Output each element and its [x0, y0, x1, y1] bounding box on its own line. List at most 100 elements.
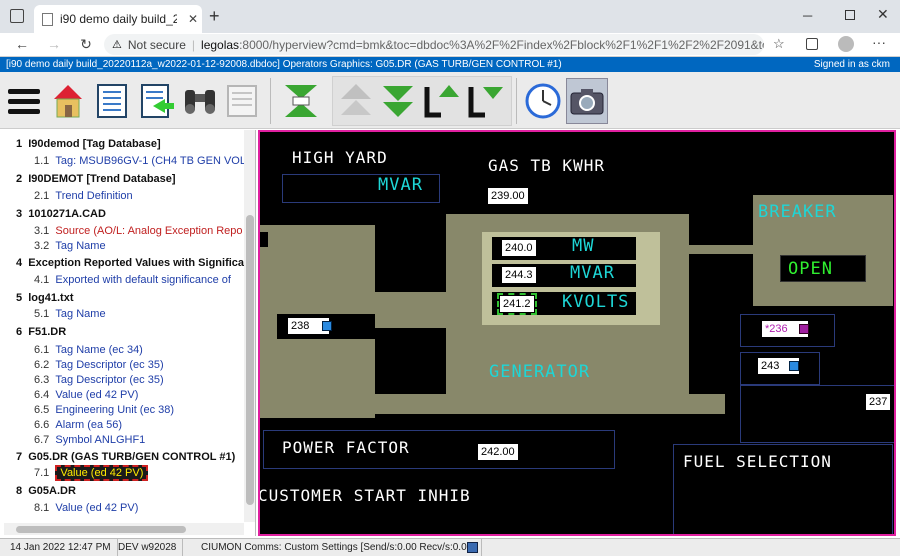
app-toolbar: [0, 72, 900, 129]
maximize-icon[interactable]: [845, 10, 855, 20]
document-title: [i90 demo daily build_20220112a_w2022-01…: [6, 59, 562, 70]
status-bar: 14 Jan 2022 12:47 PM DEV w92028 CIUMON C…: [0, 538, 900, 556]
tree-item-6-6[interactable]: 6.6 Alarm (ea 56): [34, 417, 122, 433]
left-status-square: [322, 321, 332, 331]
kvolts-value[interactable]: 241.2: [497, 293, 537, 315]
profile-avatar[interactable]: [838, 36, 854, 52]
shaft: [375, 292, 447, 328]
bus-connector: [689, 245, 754, 254]
url-path: :8000/hyperview?cmd=bmk&toc=dbdoc%3A%2F%…: [239, 37, 764, 52]
topic-tree: 1 I90demod [Tag Database] 1.1 Tag: MSUB9…: [4, 130, 256, 536]
tree-item-4[interactable]: 4 Exception Reported Values with Signifi…: [16, 255, 254, 271]
clock-icon[interactable]: [524, 78, 562, 124]
close-window-icon[interactable]: ✕: [877, 6, 889, 23]
url-field[interactable]: ⚠ Not secure | legolas:8000/hyperview?cm…: [104, 34, 764, 55]
signed-in-label: Signed in as ckm: [813, 59, 890, 70]
tree-item-8[interactable]: 8 G05A.DR: [16, 483, 76, 499]
mvar-label: MVAR: [570, 263, 615, 283]
right-status-square-1: [799, 324, 809, 334]
document-title-bar: [i90 demo daily build_20220112a_w2022-01…: [0, 57, 900, 72]
tree-item-6-3[interactable]: 6.3 Tag Descriptor (ec 35): [34, 372, 164, 388]
browser-tab[interactable]: i90 demo daily build_20220112... ✕: [34, 5, 202, 33]
snapshot-camera-icon[interactable]: [566, 78, 608, 124]
operator-graphic: HIGH YARD MVAR GAS TB KWHR 239.00 BREAKE…: [258, 130, 896, 536]
mw-label: MW: [572, 236, 595, 256]
tree-item-2[interactable]: 2 I90DEMOT [Trend Database]: [16, 171, 176, 187]
collections-icon[interactable]: [806, 38, 818, 50]
base-plate: [375, 394, 725, 414]
tree-item-4-1[interactable]: 4.1 Exported with default significance o…: [34, 272, 231, 288]
turbine-flange: [260, 232, 268, 247]
tree-item-8-1[interactable]: 8.1 Value (ed 42 PV): [34, 500, 138, 516]
right-status-square-2: [789, 361, 799, 371]
mvar-value[interactable]: 244.3: [502, 267, 536, 283]
generator-label: GENERATOR: [489, 362, 591, 382]
tree-item-7[interactable]: 7 G05.DR (GAS TURB/GEN CONTROL #1): [16, 449, 235, 465]
tab-actions-icon[interactable]: [10, 9, 24, 23]
previous-topic-icon[interactable]: [338, 78, 374, 124]
tree-item-6-1[interactable]: 6.1 Tag Name (ec 34): [34, 342, 143, 358]
tree-horizontal-scrollbar[interactable]: [4, 523, 244, 535]
forward-icon[interactable]: →: [44, 36, 64, 52]
breaker-status: OPEN: [788, 259, 833, 279]
tree-item-7-1-selected[interactable]: 7.1 Value (ed 42 PV): [34, 465, 149, 481]
tree-item-6-2[interactable]: 6.2 Tag Descriptor (ec 35): [34, 357, 164, 373]
refresh-icon[interactable]: ↻: [76, 36, 96, 53]
tree-item-1[interactable]: 1 I90demod [Tag Database]: [16, 136, 161, 152]
tree-item-6[interactable]: 6 F51.DR: [16, 324, 66, 340]
binoculars-icon[interactable]: [182, 78, 218, 124]
tree-item-5-1[interactable]: 5.1 Tag Name: [34, 306, 106, 322]
tree-item-3-2[interactable]: 3.2 Tag Name: [34, 238, 106, 254]
next-topic-icon[interactable]: [380, 78, 416, 124]
gas-tb-kwhr-label: GAS TB KWHR: [488, 156, 605, 175]
tree-item-3[interactable]: 3 1010271A.CAD: [16, 206, 106, 222]
kwhr-value[interactable]: 239.00: [488, 188, 528, 204]
status-date: 14 Jan 2022 12:47 PM: [4, 539, 118, 556]
new-tab-icon[interactable]: +: [209, 6, 220, 27]
high-yard-mvar-label: MVAR: [378, 175, 423, 195]
power-factor-label: POWER FACTOR: [282, 438, 410, 457]
tree-item-2-1[interactable]: 2.1 Trend Definition: [34, 188, 133, 204]
minimize-icon[interactable]: ─: [803, 8, 812, 23]
back-icon[interactable]: ←: [12, 36, 32, 52]
tree-item-6-4[interactable]: 6.4 Value (ed 42 PV): [34, 387, 138, 403]
fuel-selection-label: FUEL SELECTION: [683, 452, 832, 471]
address-toolbar: ← → ↻ ⚠ Not secure | legolas:8000/hyperv…: [0, 33, 900, 57]
last-level-down-icon[interactable]: [464, 78, 504, 124]
tree-item-6-7[interactable]: 6.7 Symbol ANLGHF1: [34, 432, 145, 448]
kvolts-label: KVOLTS: [562, 292, 630, 312]
tree-item-3-1[interactable]: 3.1 Source (AO/L: Analog Exception Repo: [34, 223, 243, 239]
tab-title: i90 demo daily build_20220112...: [60, 12, 177, 26]
favorites-icon[interactable]: ☆: [773, 36, 785, 52]
breaker-label: BREAKER: [758, 202, 837, 222]
selected-tree-label: Value (ed 42 PV): [55, 465, 149, 481]
not-secure-label: Not secure: [127, 37, 186, 52]
toolbar-divider: [270, 78, 271, 124]
home-icon[interactable]: [52, 78, 84, 124]
first-level-up-icon[interactable]: [420, 78, 460, 124]
mw-value[interactable]: 240.0: [502, 240, 536, 256]
right-value-3[interactable]: 237: [866, 394, 891, 410]
toolbar-divider-2: [516, 78, 517, 124]
tree-item-1-1[interactable]: 1.1 Tag: MSUB96GV-1 (CH4 TB GEN VOLT: [34, 153, 252, 169]
document-list-icon[interactable]: [96, 78, 128, 124]
warning-icon: ⚠: [112, 39, 122, 51]
high-yard-label: HIGH YARD: [292, 148, 388, 167]
export-icon[interactable]: [141, 78, 175, 124]
url-host: legolas: [201, 37, 240, 52]
tree-item-5[interactable]: 5 log41.txt: [16, 290, 73, 306]
tree-item-6-5[interactable]: 6.5 Engineering Unit (ec 38): [34, 402, 174, 418]
browser-tab-bar: i90 demo daily build_20220112... ✕ + ─ ✕: [0, 0, 900, 33]
customer-start-inhib-label: CUSTOMER START INHIB: [258, 486, 471, 505]
close-icon[interactable]: ✕: [184, 12, 202, 26]
status-comms: CIUMON Comms: Custom Settings [Send/s:0.…: [195, 539, 482, 556]
print-preview-icon[interactable]: [226, 78, 258, 124]
page-icon: [42, 12, 53, 26]
expand-collapse-icon[interactable]: [280, 78, 322, 124]
comms-icon[interactable]: [467, 542, 478, 553]
status-dev: DEV w92028: [112, 539, 184, 556]
power-factor-value[interactable]: 242.00: [478, 444, 518, 460]
more-menu-icon[interactable]: ···: [872, 34, 886, 50]
tree-vertical-scrollbar[interactable]: [244, 130, 255, 522]
menu-icon[interactable]: [6, 78, 42, 124]
